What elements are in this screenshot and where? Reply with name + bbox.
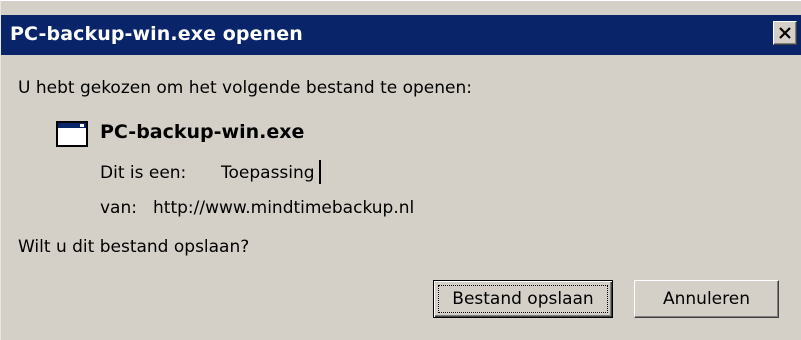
file-source-label: van:: [100, 198, 137, 218]
save-file-button-label: Bestand opslaan: [452, 289, 594, 309]
save-file-dialog: PC-backup-win.exe openen U hebt gekozen …: [0, 0, 801, 340]
save-question: Wilt u dit bestand opslaan?: [18, 237, 250, 257]
file-name: PC-backup-win.exe: [100, 121, 305, 143]
file-source-url: http://www.mindtimebackup.nl: [153, 198, 415, 218]
intro-text: U hebt gekozen om het volgende bestand t…: [18, 78, 472, 98]
file-type-value: Toepassing: [221, 163, 315, 183]
close-icon: [779, 27, 791, 39]
close-button[interactable]: [773, 21, 797, 45]
cancel-button[interactable]: Annuleren: [634, 280, 779, 318]
save-file-button[interactable]: Bestand opslaan: [433, 280, 613, 318]
file-type-label: Dit is een:: [100, 163, 187, 183]
window-title: PC-backup-win.exe openen: [10, 23, 303, 45]
text-caret: [319, 160, 321, 184]
title-bar[interactable]: PC-backup-win.exe openen: [1, 15, 801, 55]
application-window-icon: [56, 121, 88, 147]
